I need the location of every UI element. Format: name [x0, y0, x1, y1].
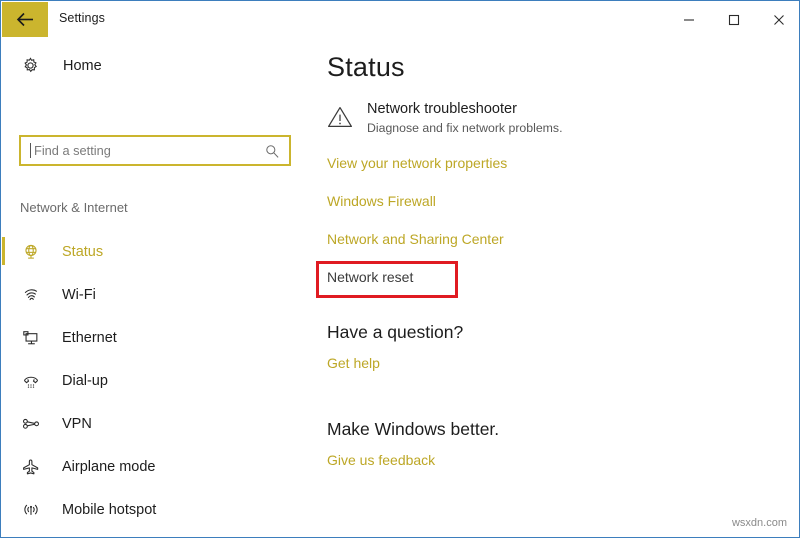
troubleshooter-subtitle: Diagnose and fix network problems.	[367, 121, 563, 135]
sidebar-item-ethernet[interactable]: Ethernet	[2, 316, 312, 359]
network-troubleshooter-entry[interactable]: Network troubleshooter Diagnose and fix …	[327, 100, 562, 137]
sidebar-item-home[interactable]: Home	[19, 57, 102, 74]
sidebar-item-status-label: Status	[62, 243, 104, 260]
sidebar-item-vpn-label: VPN	[62, 415, 92, 432]
link-get-help[interactable]: Get help	[327, 355, 380, 371]
main-content: Status Network troubleshooter Diagnose a…	[312, 37, 799, 537]
sidebar-item-status[interactable]: Status	[2, 230, 312, 273]
search-placeholder: Find a setting	[34, 143, 111, 158]
settings-window: Settings Home Find a setting Network & I…	[0, 0, 800, 538]
airplane-icon	[21, 458, 41, 476]
section-heading-have-a-question: Have a question?	[327, 322, 464, 342]
gear-icon	[19, 57, 41, 74]
globe-icon	[21, 243, 41, 261]
minimize-button[interactable]	[666, 2, 711, 37]
sidebar-item-airplane-mode[interactable]: Airplane mode	[2, 445, 312, 488]
warning-triangle-icon	[327, 100, 359, 134]
wifi-icon	[21, 286, 41, 304]
title-bar: Settings	[1, 0, 799, 37]
sidebar-nav-list: Status Wi-Fi Ethernet Dial-up VPN Airpla…	[2, 230, 312, 537]
sidebar-item-mobile-hotspot-label: Mobile hotspot	[62, 501, 157, 518]
window-title: Settings	[59, 11, 105, 25]
link-network-reset[interactable]: Network reset	[327, 269, 413, 285]
text-caret	[30, 143, 31, 158]
sidebar-item-dialup-label: Dial-up	[62, 372, 108, 389]
link-windows-firewall[interactable]: Windows Firewall	[327, 193, 436, 209]
sidebar-item-dialup[interactable]: Dial-up	[2, 359, 312, 402]
search-icon[interactable]	[265, 144, 280, 164]
link-give-us-feedback[interactable]: Give us feedback	[327, 452, 435, 468]
page-title: Status	[327, 52, 405, 82]
link-view-network-properties[interactable]: View your network properties	[327, 155, 507, 171]
link-network-sharing-center[interactable]: Network and Sharing Center	[327, 231, 504, 247]
sidebar: Home Find a setting Network & Internet S…	[2, 37, 312, 537]
window-controls	[666, 2, 799, 37]
sidebar-section-header: Network & Internet	[20, 200, 128, 215]
sidebar-item-ethernet-label: Ethernet	[62, 329, 117, 346]
sidebar-item-data-usage[interactable]: Data usage	[2, 531, 312, 537]
minimize-icon	[683, 14, 695, 26]
ethernet-icon	[21, 329, 41, 347]
close-icon	[773, 14, 785, 26]
maximize-icon	[728, 14, 740, 26]
sidebar-item-airplane-mode-label: Airplane mode	[62, 458, 156, 475]
close-button[interactable]	[756, 2, 799, 37]
sidebar-item-vpn[interactable]: VPN	[2, 402, 312, 445]
section-heading-make-windows-better: Make Windows better.	[327, 419, 500, 439]
back-arrow-icon	[16, 12, 35, 27]
troubleshooter-title: Network troubleshooter	[367, 101, 517, 117]
sidebar-item-wifi-label: Wi-Fi	[62, 286, 96, 303]
sidebar-item-mobile-hotspot[interactable]: Mobile hotspot	[2, 488, 312, 531]
phone-icon	[21, 372, 41, 390]
sidebar-item-wifi[interactable]: Wi-Fi	[2, 273, 312, 316]
sidebar-item-home-label: Home	[63, 57, 102, 74]
hotspot-icon	[21, 501, 41, 519]
selection-indicator	[2, 237, 5, 265]
watermark: wsxdn.com	[731, 517, 787, 529]
vpn-icon	[21, 415, 41, 433]
maximize-button[interactable]	[711, 2, 756, 37]
search-input[interactable]: Find a setting	[19, 135, 291, 166]
back-button[interactable]	[2, 2, 48, 37]
